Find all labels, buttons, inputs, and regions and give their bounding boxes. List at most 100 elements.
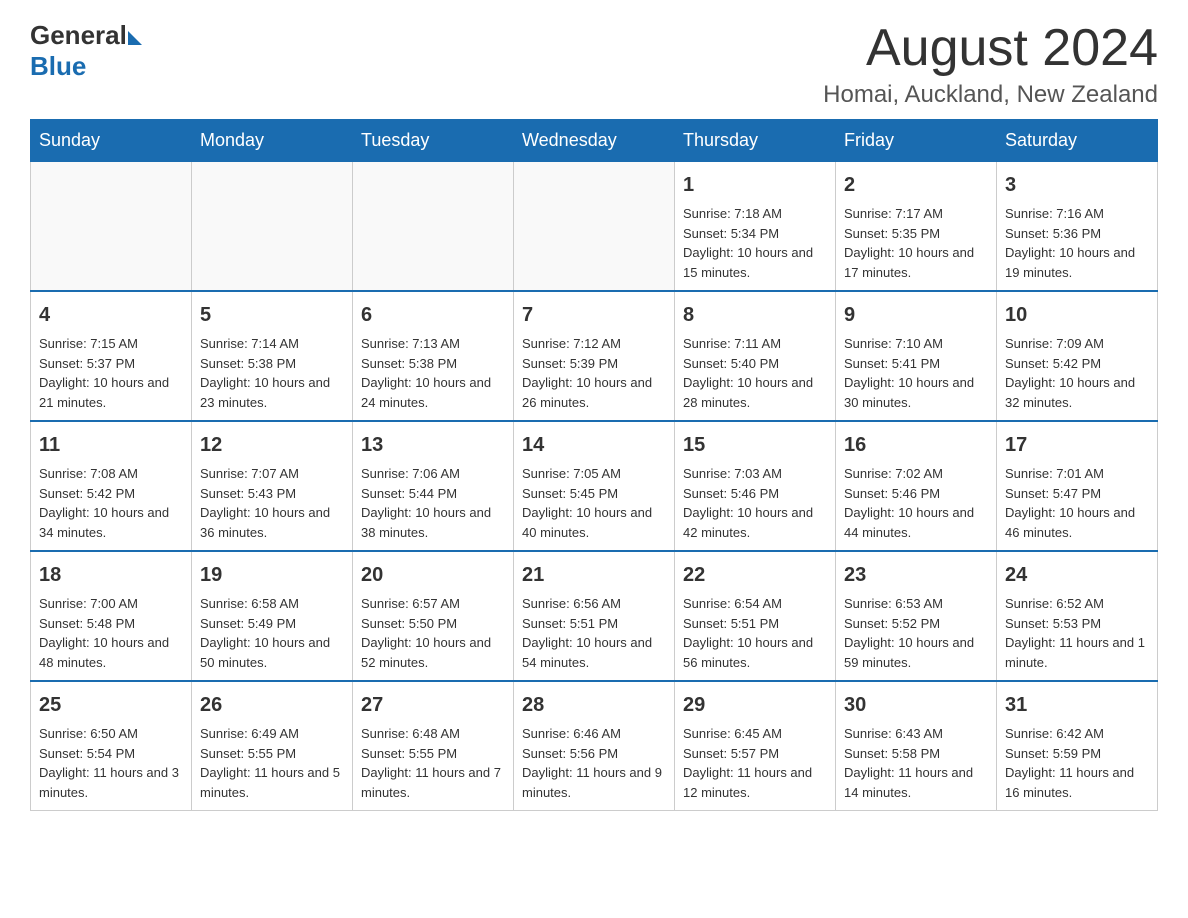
day-cell: 23 Sunrise: 6:53 AM Sunset: 5:52 PM Dayli… [836, 551, 997, 681]
day-number: 2 [844, 170, 988, 200]
day-info: Sunrise: 7:11 AM Sunset: 5:40 PM Dayligh… [683, 336, 813, 410]
day-number: 26 [200, 690, 344, 720]
day-cell: 14Sunrise: 7:05 AM Sunset: 5:45 PM Dayli… [514, 421, 675, 551]
day-number: 29 [683, 690, 827, 720]
day-number: 5 [200, 300, 344, 330]
day-number: 12 [200, 430, 344, 460]
day-cell: 4 Sunrise: 7:15 AM Sunset: 5:37 PM Daylig… [31, 291, 192, 421]
day-number: 1 [683, 170, 827, 200]
day-number: 4 [39, 300, 183, 330]
day-info: Sunrise: 7:16 AM Sunset: 5:36 PM Dayligh… [1005, 206, 1135, 280]
col-header-wednesday: Wednesday [514, 120, 675, 162]
day-number: 25 [39, 690, 183, 720]
day-cell: 6 Sunrise: 7:13 AM Sunset: 5:38 PM Daylig… [353, 291, 514, 421]
day-cell: 12 Sunrise: 7:07 AM Sunset: 5:43 PM Dayli… [192, 421, 353, 551]
day-info: Sunrise: 6:43 AM Sunset: 5:58 PM Dayligh… [844, 726, 973, 800]
day-info: Sunrise: 6:52 AM Sunset: 5:53 PM Dayligh… [1005, 596, 1145, 670]
day-number: 28 [522, 690, 666, 720]
day-number: 11 [39, 430, 183, 460]
day-cell: 26Sunrise: 6:49 AM Sunset: 5:55 PM Dayli… [192, 681, 353, 811]
day-cell: 20 Sunrise: 6:57 AM Sunset: 5:50 PM Dayli… [353, 551, 514, 681]
day-info: Sunrise: 7:08 AM Sunset: 5:42 PM Dayligh… [39, 466, 169, 540]
day-number: 17 [1005, 430, 1149, 460]
week-row-3: 11 Sunrise: 7:08 AM Sunset: 5:42 PM Dayli… [31, 421, 1158, 551]
col-header-sunday: Sunday [31, 120, 192, 162]
week-row-5: 25 Sunrise: 6:50 AM Sunset: 5:54 PM Dayli… [31, 681, 1158, 811]
day-info: Sunrise: 7:03 AM Sunset: 5:46 PM Dayligh… [683, 466, 813, 540]
day-number: 18 [39, 560, 183, 590]
day-info: Sunrise: 7:07 AM Sunset: 5:43 PM Dayligh… [200, 466, 330, 540]
day-cell: 25 Sunrise: 6:50 AM Sunset: 5:54 PM Dayli… [31, 681, 192, 811]
day-number: 22 [683, 560, 827, 590]
day-info: Sunrise: 7:13 AM Sunset: 5:38 PM Dayligh… [361, 336, 491, 410]
day-info: Sunrise: 7:01 AM Sunset: 5:47 PM Dayligh… [1005, 466, 1135, 540]
day-cell: 18 Sunrise: 7:00 AM Sunset: 5:48 PM Dayli… [31, 551, 192, 681]
day-number: 9 [844, 300, 988, 330]
logo-general-text: General [30, 20, 127, 51]
col-header-tuesday: Tuesday [353, 120, 514, 162]
day-number: 6 [361, 300, 505, 330]
day-number: 30 [844, 690, 988, 720]
day-info: Sunrise: 6:57 AM Sunset: 5:50 PM Dayligh… [361, 596, 491, 670]
day-cell: 9 Sunrise: 7:10 AM Sunset: 5:41 PM Daylig… [836, 291, 997, 421]
day-cell: 27Sunrise: 6:48 AM Sunset: 5:55 PM Dayli… [353, 681, 514, 811]
day-cell: 28 Sunrise: 6:46 AM Sunset: 5:56 PM Dayli… [514, 681, 675, 811]
day-info: Sunrise: 6:46 AM Sunset: 5:56 PM Dayligh… [522, 726, 662, 800]
day-cell: 29 Sunrise: 6:45 AM Sunset: 5:57 PM Dayli… [675, 681, 836, 811]
day-cell: 13 Sunrise: 7:06 AM Sunset: 5:44 PM Dayli… [353, 421, 514, 551]
day-number: 20 [361, 560, 505, 590]
day-cell [192, 162, 353, 292]
day-info: Sunrise: 7:00 AM Sunset: 5:48 PM Dayligh… [39, 596, 169, 670]
day-info: Sunrise: 7:09 AM Sunset: 5:42 PM Dayligh… [1005, 336, 1135, 410]
day-info: Sunrise: 7:06 AM Sunset: 5:44 PM Dayligh… [361, 466, 491, 540]
page-title: August 2024 [823, 20, 1158, 77]
day-number: 23 [844, 560, 988, 590]
day-cell [31, 162, 192, 292]
day-info: Sunrise: 6:50 AM Sunset: 5:54 PM Dayligh… [39, 726, 179, 800]
day-cell: 7 Sunrise: 7:12 AM Sunset: 5:39 PM Daylig… [514, 291, 675, 421]
day-cell: 10 Sunrise: 7:09 AM Sunset: 5:42 PM Dayli… [997, 291, 1158, 421]
calendar-body: 1Sunrise: 7:18 AM Sunset: 5:34 PM Daylig… [31, 162, 1158, 811]
day-info: Sunrise: 6:54 AM Sunset: 5:51 PM Dayligh… [683, 596, 813, 670]
week-row-4: 18 Sunrise: 7:00 AM Sunset: 5:48 PM Dayli… [31, 551, 1158, 681]
day-info: Sunrise: 7:10 AM Sunset: 5:41 PM Dayligh… [844, 336, 974, 410]
day-cell: 21Sunrise: 6:56 AM Sunset: 5:51 PM Dayli… [514, 551, 675, 681]
week-row-1: 1Sunrise: 7:18 AM Sunset: 5:34 PM Daylig… [31, 162, 1158, 292]
day-number: 7 [522, 300, 666, 330]
col-header-saturday: Saturday [997, 120, 1158, 162]
day-info: Sunrise: 7:15 AM Sunset: 5:37 PM Dayligh… [39, 336, 169, 410]
day-cell: 31Sunrise: 6:42 AM Sunset: 5:59 PM Dayli… [997, 681, 1158, 811]
day-cell: 1Sunrise: 7:18 AM Sunset: 5:34 PM Daylig… [675, 162, 836, 292]
logo-blue-text: Blue [30, 51, 86, 82]
day-cell: 3 Sunrise: 7:16 AM Sunset: 5:36 PM Daylig… [997, 162, 1158, 292]
day-number: 16 [844, 430, 988, 460]
day-number: 24 [1005, 560, 1149, 590]
day-number: 8 [683, 300, 827, 330]
day-cell: 16Sunrise: 7:02 AM Sunset: 5:46 PM Dayli… [836, 421, 997, 551]
col-header-monday: Monday [192, 120, 353, 162]
day-cell: 5 Sunrise: 7:14 AM Sunset: 5:38 PM Daylig… [192, 291, 353, 421]
day-info: Sunrise: 7:12 AM Sunset: 5:39 PM Dayligh… [522, 336, 652, 410]
day-number: 10 [1005, 300, 1149, 330]
day-cell: 22 Sunrise: 6:54 AM Sunset: 5:51 PM Dayli… [675, 551, 836, 681]
calendar-header: SundayMondayTuesdayWednesdayThursdayFrid… [31, 120, 1158, 162]
day-number: 3 [1005, 170, 1149, 200]
day-cell: 19 Sunrise: 6:58 AM Sunset: 5:49 PM Dayli… [192, 551, 353, 681]
week-row-2: 4 Sunrise: 7:15 AM Sunset: 5:37 PM Daylig… [31, 291, 1158, 421]
day-cell: 30 Sunrise: 6:43 AM Sunset: 5:58 PM Dayli… [836, 681, 997, 811]
day-number: 19 [200, 560, 344, 590]
day-number: 21 [522, 560, 666, 590]
day-info: Sunrise: 7:17 AM Sunset: 5:35 PM Dayligh… [844, 206, 974, 280]
logo-arrow-icon [128, 31, 142, 45]
col-header-thursday: Thursday [675, 120, 836, 162]
day-info: Sunrise: 6:45 AM Sunset: 5:57 PM Dayligh… [683, 726, 812, 800]
header-row: SundayMondayTuesdayWednesdayThursdayFrid… [31, 120, 1158, 162]
day-info: Sunrise: 6:58 AM Sunset: 5:49 PM Dayligh… [200, 596, 330, 670]
day-info: Sunrise: 6:53 AM Sunset: 5:52 PM Dayligh… [844, 596, 974, 670]
day-number: 14 [522, 430, 666, 460]
day-info: Sunrise: 7:14 AM Sunset: 5:38 PM Dayligh… [200, 336, 330, 410]
day-number: 13 [361, 430, 505, 460]
day-cell [353, 162, 514, 292]
day-cell: 11 Sunrise: 7:08 AM Sunset: 5:42 PM Dayli… [31, 421, 192, 551]
day-cell: 2 Sunrise: 7:17 AM Sunset: 5:35 PM Daylig… [836, 162, 997, 292]
